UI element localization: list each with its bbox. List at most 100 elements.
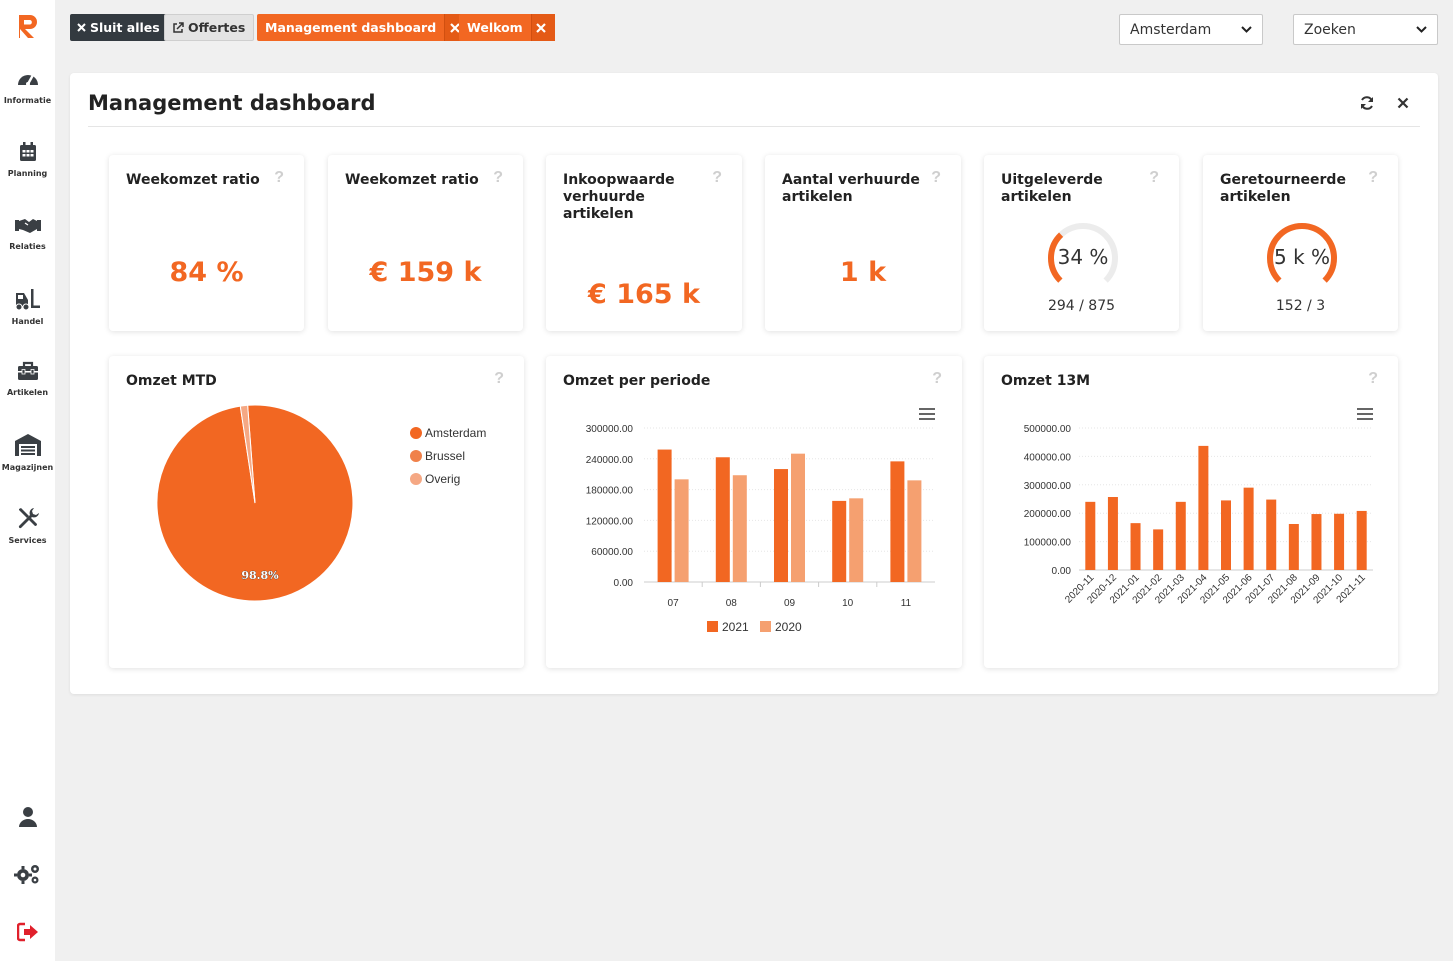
- card-title: Omzet MTD: [126, 373, 217, 389]
- bar-2021-05[interactable]: [1221, 500, 1231, 570]
- legend-item[interactable]: Overig: [425, 472, 460, 486]
- gauge-value: 34 %: [1058, 245, 1109, 269]
- bar-2021-04[interactable]: [1198, 445, 1209, 570]
- logout-icon: [16, 922, 38, 942]
- help-icon[interactable]: ?: [494, 370, 504, 388]
- card-title: Weekomzet ratio: [345, 172, 479, 188]
- help-icon[interactable]: ?: [931, 169, 941, 187]
- kpi-value: 84 %: [169, 257, 244, 288]
- chart-card-omzet-13m: Omzet 13M ? 0.00 100000.00 200000.00 300000…: [984, 356, 1398, 668]
- bar-2021-01[interactable]: [1130, 523, 1141, 570]
- sidebar-item-label: Services: [8, 536, 47, 545]
- legend-item[interactable]: 2020: [775, 620, 802, 634]
- help-icon[interactable]: ?: [274, 169, 284, 187]
- panel-divider: [88, 126, 1420, 127]
- bar-2021-08[interactable]: [715, 457, 730, 582]
- tools-icon: [18, 508, 39, 529]
- y-tick-label: 200000.00: [1024, 509, 1072, 520]
- bar-2021-08[interactable]: [1288, 523, 1299, 570]
- sidebar: Informatie Planning Relaties Handel Arti…: [0, 0, 55, 961]
- bar-2020-11[interactable]: [907, 480, 922, 582]
- y-tick-label: 0.00: [1052, 566, 1072, 577]
- close-icon: [1397, 97, 1409, 109]
- help-icon[interactable]: ?: [712, 169, 722, 187]
- legend-item[interactable]: Brussel: [425, 449, 465, 463]
- y-tick-label: 500000.00: [1024, 424, 1072, 435]
- gauge-subtext: 152 / 3: [1275, 298, 1326, 314]
- help-icon[interactable]: ?: [493, 169, 503, 187]
- y-tick-label: 180000.00: [586, 486, 634, 497]
- settings-button[interactable]: [0, 863, 55, 885]
- profile-button[interactable]: [0, 806, 55, 828]
- bar-2021-10[interactable]: [832, 500, 847, 582]
- sidebar-item-label: Magazijnen: [1, 463, 54, 472]
- close-icon: [536, 22, 546, 33]
- page-title: Management dashboard: [88, 91, 376, 115]
- bar-2021-09[interactable]: [1311, 514, 1322, 570]
- bar-2020-09[interactable]: [791, 453, 805, 582]
- kpi-card: Inkoopwaarde verhuurde artikelen ? € 165…: [546, 155, 742, 331]
- legend-marker: [410, 473, 422, 485]
- legend-item[interactable]: Amsterdam: [425, 426, 486, 440]
- kpi-card: Weekomzet ratio ? 84 %: [109, 155, 304, 331]
- external-link-icon: [173, 21, 184, 33]
- bar-chart: 0.00 60000.00 120000.00 180000.00 240000.00 3…: [586, 424, 935, 634]
- bar-2021-07[interactable]: [657, 449, 672, 582]
- sidebar-item-label: Handel: [11, 317, 44, 326]
- card-title: Geretourneerde artikelen: [1220, 172, 1346, 205]
- sidebar-item-artikelen[interactable]: Artikelen: [0, 360, 55, 397]
- kpi-card: Aantal verhuurde artikelen ? 1 k: [765, 155, 961, 331]
- card-title: Aantal verhuurde artikelen: [782, 172, 920, 205]
- bar-2021-11[interactable]: [1356, 510, 1367, 570]
- logout-button[interactable]: [0, 922, 55, 942]
- sidebar-item-informatie[interactable]: Informatie: [0, 68, 55, 105]
- close-all-tab[interactable]: Sluit alles: [70, 14, 168, 41]
- user-icon: [18, 807, 37, 827]
- dashboard-icon: [17, 74, 38, 86]
- bar-2020-08[interactable]: [732, 475, 747, 582]
- legend-marker: [707, 621, 718, 632]
- tab-welkom[interactable]: Welkom: [459, 14, 555, 41]
- bar-2021-07[interactable]: [1266, 499, 1277, 570]
- toolbox-icon: [17, 361, 38, 380]
- bar-2020-12[interactable]: [1107, 497, 1118, 570]
- close-panel-button[interactable]: [1397, 96, 1409, 114]
- tab-offertes[interactable]: Offertes: [164, 14, 255, 41]
- pie-data-label: 98.8%: [241, 569, 279, 582]
- gauge-card: Geretourneerde artikelen ? 5 k % 152 / 3: [1203, 155, 1398, 331]
- app-logo[interactable]: [16, 12, 40, 40]
- kpi-value: € 165 k: [588, 279, 700, 310]
- bar-2021-02[interactable]: [1153, 529, 1164, 570]
- sidebar-item-planning[interactable]: Planning: [0, 141, 55, 178]
- bar-2020-07[interactable]: [674, 479, 689, 582]
- location-select-value: Amsterdam: [1130, 21, 1212, 38]
- bar-2021-10[interactable]: [1334, 513, 1345, 570]
- bar-2021-11[interactable]: [890, 461, 905, 582]
- tab-welkom-label: Welkom: [467, 20, 523, 35]
- tab-management-dashboard[interactable]: Management dashboard: [257, 14, 469, 41]
- y-tick-label: 60000.00: [591, 547, 633, 558]
- bar-2021-03[interactable]: [1175, 501, 1186, 570]
- pie-chart: 98.8% Amsterdam Brussel Overig: [156, 404, 486, 602]
- help-icon[interactable]: ?: [1368, 169, 1378, 187]
- gauge-card: Uitgeleverde artikelen ? 34 % 294 / 875: [984, 155, 1179, 331]
- tab-welkom-close[interactable]: [530, 14, 555, 41]
- bar-2020-10[interactable]: [849, 498, 864, 582]
- search-select[interactable]: Zoeken: [1293, 14, 1438, 45]
- sidebar-item-relaties[interactable]: Relaties: [0, 214, 55, 251]
- tab-offertes-label: Offertes: [188, 20, 246, 35]
- x-tick-label: 09: [784, 598, 796, 609]
- sidebar-item-services[interactable]: Services: [0, 506, 55, 545]
- chevron-down-icon: [1241, 26, 1252, 33]
- legend-marker: [410, 427, 422, 439]
- sidebar-item-magazijnen[interactable]: Magazijnen: [0, 433, 55, 472]
- refresh-button[interactable]: [1359, 95, 1375, 116]
- bar-2021-06[interactable]: [1243, 487, 1254, 570]
- help-icon[interactable]: ?: [1149, 169, 1159, 187]
- location-select[interactable]: Amsterdam: [1119, 14, 1263, 45]
- bar-2021-09[interactable]: [774, 469, 788, 582]
- sidebar-item-handel[interactable]: Handel: [0, 287, 55, 326]
- legend-item[interactable]: 2021: [722, 620, 749, 634]
- gauge-chart: 5 k %: [1267, 223, 1337, 283]
- bar-2020-11[interactable]: [1085, 501, 1096, 570]
